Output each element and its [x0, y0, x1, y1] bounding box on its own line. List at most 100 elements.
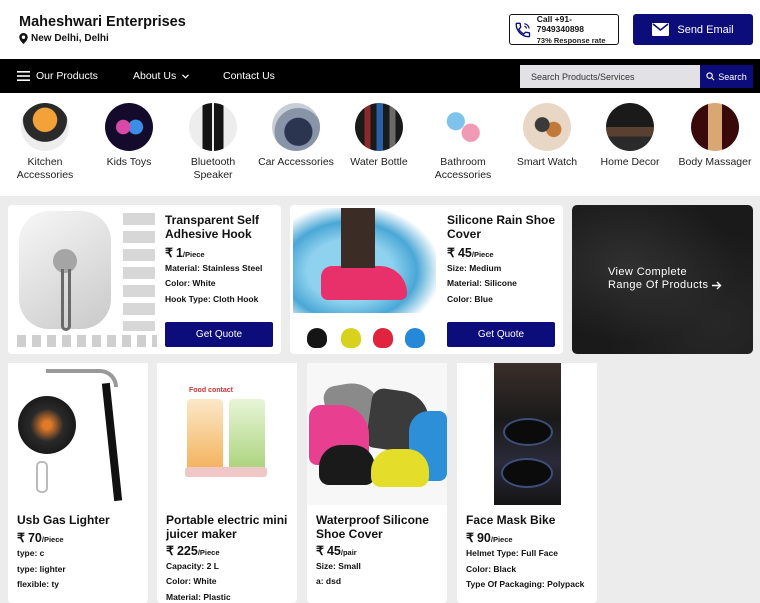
bathroom-accessories-image: [439, 103, 487, 151]
search-button-label: Search: [718, 71, 747, 82]
hamburger-icon: [17, 71, 30, 81]
product-card[interactable]: Face Mask Bike ₹ 90 /Piece Helmet Type: …: [457, 363, 597, 603]
price-value: 45: [326, 544, 341, 558]
nav-contact-us[interactable]: Contact Us: [223, 70, 275, 82]
product-spec: Type Of Packaging: Polypack: [466, 579, 585, 589]
product-price: ₹ 90 /Piece: [466, 530, 513, 545]
category-strip: Kitchen Accessories Kids Toys Bluetooth …: [0, 93, 760, 196]
company-name[interactable]: Maheshwari Enterprises: [19, 14, 186, 30]
product-spec: Material: Stainless Steel: [165, 263, 263, 273]
send-email-label: Send Email: [677, 23, 734, 36]
category-kids-toys[interactable]: Kids Toys: [89, 103, 169, 169]
product-spec: Color: Black: [466, 564, 517, 574]
price-unit: /Piece: [471, 250, 494, 259]
price-value: 1: [175, 246, 183, 260]
category-label: Home Decor: [600, 156, 660, 168]
product-name[interactable]: Portable electric mini juicer maker: [166, 513, 291, 541]
response-rate: 73% Response rate: [536, 36, 606, 45]
search-input[interactable]: [520, 65, 700, 88]
send-email-button[interactable]: Send Email: [633, 14, 753, 45]
smart-watch-image: [523, 103, 571, 151]
category-smart-watch[interactable]: Smart Watch: [507, 103, 587, 169]
product-spec: Size: Small: [316, 561, 361, 571]
category-water-bottle[interactable]: Water Bottle: [339, 103, 419, 169]
product-spec: Hook Type: Cloth Hook: [165, 294, 259, 304]
nav-about-us-label: About Us: [133, 70, 177, 82]
nav-about-us[interactable]: About Us: [133, 70, 190, 82]
price-unit: /Piece: [490, 535, 513, 544]
product-name[interactable]: Usb Gas Lighter: [17, 513, 142, 527]
price-value: 225: [176, 544, 198, 558]
envelope-icon: [652, 23, 670, 36]
category-kitchen-accessories[interactable]: Kitchen Accessories: [5, 103, 85, 182]
product-card[interactable]: Food contact Portable electric mini juic…: [157, 363, 297, 603]
product-card[interactable]: Usb Gas Lighter ₹ 70 /Piece type: c type…: [8, 363, 148, 603]
call-number: Call +91-7949340898: [536, 14, 585, 34]
category-label: Bathroom Accessories: [434, 156, 492, 181]
product-price: ₹ 45 /pair: [316, 543, 357, 558]
body-massager-image: [691, 103, 739, 151]
nav-our-products-label: Our Products: [36, 70, 98, 82]
product-name[interactable]: Face Mask Bike: [466, 513, 591, 527]
product-spec: Size: Medium: [447, 263, 502, 273]
product-spec: Color: White: [166, 576, 217, 586]
product-image: [293, 208, 436, 350]
water-bottle-image: [355, 103, 403, 151]
get-quote-button[interactable]: Get Quote: [447, 322, 555, 347]
rupee-icon: ₹: [316, 544, 324, 558]
view-complete-range-link[interactable]: View Complete Range Of Products: [572, 205, 753, 354]
product-price: ₹ 45 /Piece: [447, 245, 494, 260]
chevron-down-icon: [182, 73, 190, 79]
category-body-massager[interactable]: Body Massager: [675, 103, 755, 169]
kids-toys-image: [105, 103, 153, 151]
price-unit: /Piece: [41, 535, 64, 544]
product-spec: Color: Blue: [447, 294, 493, 304]
product-price: ₹ 70 /Piece: [17, 530, 64, 545]
category-car-accessories[interactable]: Car Accessories: [256, 103, 336, 169]
rupee-icon: ₹: [447, 246, 455, 260]
product-spec: type: c: [17, 548, 45, 558]
product-price: ₹ 225 /Piece: [166, 543, 220, 558]
product-card[interactable]: Waterproof Silicone Shoe Cover ₹ 45 /pai…: [307, 363, 447, 603]
category-label: Body Massager: [678, 156, 752, 168]
category-bluetooth-speaker[interactable]: Bluetooth Speaker: [173, 103, 253, 182]
price-unit: /Piece: [197, 548, 220, 557]
category-label: Kids Toys: [106, 156, 152, 168]
product-name[interactable]: Waterproof Silicone Shoe Cover: [316, 513, 441, 541]
kitchen-accessories-image: [21, 103, 69, 151]
featured-product-card[interactable]: Transparent Self Adhesive Hook ₹ 1 /Piec…: [8, 205, 281, 354]
search-button[interactable]: Search: [700, 65, 753, 88]
product-name[interactable]: Silicone Rain Shoe Cover: [447, 213, 557, 241]
phone-icon: [515, 22, 531, 37]
product-name[interactable]: Transparent Self Adhesive Hook: [165, 213, 275, 241]
category-label: Smart Watch: [516, 156, 578, 168]
category-home-decor[interactable]: Home Decor: [590, 103, 670, 169]
rupee-icon: ₹: [466, 531, 474, 545]
product-spec: Material: Plastic: [166, 592, 231, 602]
product-image: [307, 363, 447, 505]
product-spec: flexible: ty: [17, 579, 60, 589]
location-text: New Delhi, Delhi: [31, 33, 109, 44]
product-price: ₹ 1 /Piece: [165, 245, 205, 260]
price-value: 70: [27, 531, 42, 545]
location: New Delhi, Delhi: [19, 33, 109, 44]
category-label: Kitchen Accessories: [16, 156, 74, 181]
get-quote-button[interactable]: Get Quote: [165, 322, 273, 347]
bluetooth-speaker-image: [189, 103, 237, 151]
product-image: [457, 363, 597, 505]
home-decor-image: [606, 103, 654, 151]
call-button[interactable]: Call +91-7949340898 73% Response rate: [509, 14, 619, 45]
view-complete-line1: View Complete: [608, 266, 687, 278]
category-label: Car Accessories: [258, 156, 334, 168]
category-bathroom-accessories[interactable]: Bathroom Accessories: [423, 103, 503, 182]
product-spec: Helmet Type: Full Face: [466, 548, 558, 558]
site-header: Maheshwari Enterprises New Delhi, Delhi …: [0, 0, 760, 59]
search-icon: [706, 72, 715, 81]
product-image: Food contact: [157, 363, 297, 505]
category-label: Water Bottle: [350, 156, 408, 168]
featured-product-card[interactable]: Silicone Rain Shoe Cover ₹ 45 /Piece Siz…: [290, 205, 563, 354]
product-spec: a: dsd: [316, 576, 342, 586]
nav-our-products[interactable]: Our Products: [17, 70, 98, 82]
arrow-right-icon: [712, 281, 722, 290]
rupee-icon: ₹: [165, 246, 173, 260]
